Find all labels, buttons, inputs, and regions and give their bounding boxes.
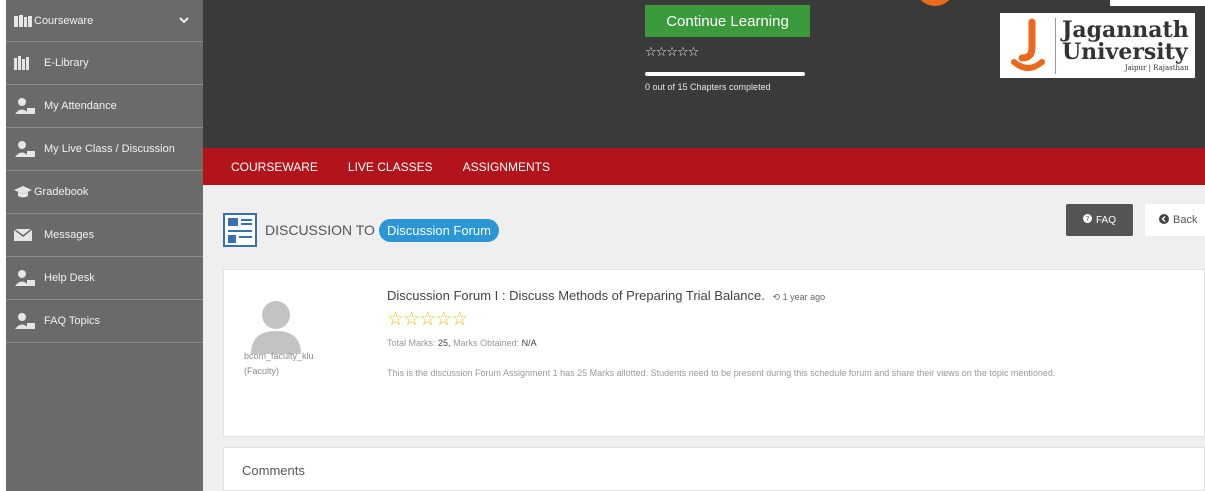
user-attendance-icon: [14, 97, 38, 115]
course-header: Continue Learning ☆☆☆☆☆ 0 out of 15 Chap…: [203, 0, 1205, 148]
graduation-cap-icon: [14, 186, 32, 198]
back-circle-icon: [1159, 213, 1169, 227]
progress-bar: [645, 72, 805, 76]
post-marks: Total Marks: 25, Marks Obtained: N/A: [387, 338, 537, 348]
logo-top-strip: [1110, 0, 1205, 6]
tab-assignments[interactable]: ASSIGNMENTS: [463, 160, 550, 174]
progress-text: 0 out of 15 Chapters completed: [645, 82, 771, 92]
user-faq-icon: [14, 312, 38, 330]
user-help-icon: [14, 269, 38, 287]
sidebar-item-e-library[interactable]: E-Library: [6, 42, 203, 85]
university-logo-mark-icon: [1000, 13, 1055, 78]
logo-subtitle: Jaipur | Rajasthan: [1124, 64, 1189, 72]
discussion-content: DISCUSSION TO Discussion Forum ? FAQ Bac…: [203, 185, 1205, 491]
svg-text:?: ?: [1086, 214, 1090, 223]
sidebar-item-label: Help Desk: [44, 272, 95, 284]
comments-heading: Comments: [242, 463, 305, 478]
refresh-icon: ⟲: [772, 292, 781, 302]
faq-button[interactable]: ? FAQ: [1066, 204, 1133, 236]
continue-learning-button[interactable]: Continue Learning: [645, 5, 810, 37]
sidebar-item-faq-topics[interactable]: FAQ Topics: [6, 300, 203, 343]
discussion-forum-badge[interactable]: Discussion Forum: [378, 218, 499, 242]
sidebar-item-gradebook[interactable]: Gradebook: [6, 171, 203, 214]
sidebar-item-label: My Attendance: [44, 100, 117, 112]
sidebar-item-label: FAQ Topics: [44, 315, 101, 327]
sidebar-item-label: Courseware: [34, 14, 94, 27]
course-tabs: COURSEWARE LIVE CLASSES ASSIGNMENTS: [203, 148, 1205, 185]
logo-divider: [1055, 17, 1056, 74]
back-button[interactable]: Back: [1145, 204, 1205, 236]
sidebar-item-label: Messages: [44, 229, 95, 241]
sidebar-item-label: Gradebook: [34, 186, 89, 198]
logo-text: Jagannath University Jaipur | Rajasthan: [1062, 19, 1189, 72]
author-username: bcom_faculty_klu: [244, 351, 314, 361]
sidebar: Courseware E-Library My Attendance My Li…: [0, 0, 203, 491]
post-time-text: 1 year ago: [782, 292, 826, 302]
sidebar-item-help-desk[interactable]: Help Desk: [6, 257, 203, 300]
logo-line-2: University: [1062, 39, 1188, 65]
post-author: bcom_faculty_klu (Faculty): [244, 349, 314, 380]
sidebar-item-messages[interactable]: Messages: [6, 214, 203, 257]
author-role: (Faculty): [244, 366, 280, 377]
marks-obtained-value: N/A: [521, 338, 537, 348]
post-title: Discussion Forum I : Discuss Methods of …: [387, 288, 825, 303]
post-time: ⟲ 1 year ago: [773, 292, 826, 302]
sidebar-item-label: E-Library: [44, 57, 89, 69]
logo-line-1: Jagannath: [1062, 17, 1189, 43]
marks-obtained-label: Marks Obtained:: [453, 338, 520, 348]
comments-section: Comments: [223, 447, 1205, 491]
faq-button-label: FAQ: [1095, 214, 1116, 226]
form-icon: [223, 213, 257, 247]
discussion-title-prefix: DISCUSSION TO: [265, 222, 375, 238]
tab-live-classes[interactable]: LIVE CLASSES: [348, 160, 433, 174]
avatar: [251, 301, 301, 354]
discussion-post-card: bcom_faculty_klu (Faculty) Discussion Fo…: [223, 269, 1205, 437]
post-rating-stars[interactable]: ☆☆☆☆☆: [387, 308, 468, 331]
sidebar-item-courseware[interactable]: Courseware: [6, 0, 203, 42]
chevron-down-icon[interactable]: [179, 15, 189, 27]
sidebar-item-live-class[interactable]: My Live Class / Discussion: [6, 128, 203, 171]
logo-arc-decoration: [915, 0, 955, 6]
back-button-label: Back: [1173, 214, 1198, 226]
books-icon: [14, 14, 32, 27]
question-circle-icon: ?: [1082, 214, 1092, 226]
total-marks-value: 25,: [438, 338, 451, 348]
university-logo: Jagannath University Jaipur | Rajasthan: [1000, 13, 1195, 78]
sidebar-item-my-attendance[interactable]: My Attendance: [6, 85, 203, 128]
post-body: This is the discussion Forum Assignment …: [387, 368, 1056, 378]
total-marks-label: Total Marks:: [387, 338, 436, 348]
course-rating-stars: ☆☆☆☆☆: [645, 44, 699, 59]
envelope-icon: [14, 229, 38, 241]
sidebar-item-label: My Live Class / Discussion: [44, 143, 175, 155]
post-title-text: Discussion Forum I : Discuss Methods of …: [387, 288, 765, 303]
discussion-heading: DISCUSSION TO Discussion Forum: [223, 213, 499, 247]
user-class-icon: [14, 140, 38, 158]
library-icon: [14, 56, 38, 70]
tab-courseware[interactable]: COURSEWARE: [231, 160, 318, 174]
